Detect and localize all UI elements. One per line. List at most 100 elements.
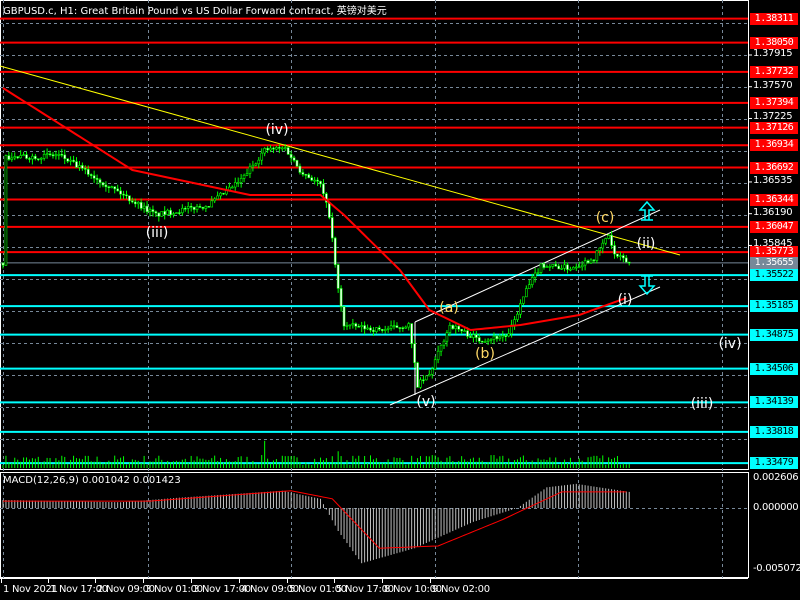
candle-body bbox=[604, 238, 608, 244]
candle-body bbox=[560, 268, 563, 270]
candle bbox=[307, 172, 311, 179]
candle bbox=[604, 237, 608, 246]
candle-body bbox=[245, 173, 249, 176]
candle-body bbox=[472, 334, 475, 338]
candle-body bbox=[186, 205, 190, 209]
candle bbox=[160, 211, 164, 217]
macd-axis-label: 0.002606 bbox=[753, 472, 799, 483]
candle bbox=[260, 148, 264, 165]
candle-body bbox=[619, 255, 622, 257]
candle-body bbox=[289, 153, 293, 159]
candle bbox=[439, 344, 443, 357]
candle bbox=[122, 190, 125, 200]
candle bbox=[457, 325, 461, 332]
candle-body bbox=[213, 198, 216, 202]
candle bbox=[445, 330, 449, 347]
candle bbox=[157, 212, 161, 222]
candle bbox=[425, 375, 428, 381]
candle-body bbox=[422, 379, 425, 382]
candle-body bbox=[134, 201, 137, 205]
candle-body bbox=[489, 339, 493, 341]
candle bbox=[451, 324, 455, 330]
candle-body bbox=[442, 340, 446, 346]
candle bbox=[192, 206, 196, 214]
candle bbox=[245, 168, 249, 177]
candle bbox=[98, 177, 102, 188]
candle-body bbox=[389, 325, 393, 329]
candle-body bbox=[175, 212, 178, 214]
candle-body bbox=[519, 303, 522, 315]
candle-body bbox=[363, 325, 366, 330]
support-price-label: 1.35522 bbox=[750, 269, 798, 282]
candle-body bbox=[280, 147, 284, 150]
candle-body bbox=[360, 325, 363, 328]
candle bbox=[395, 322, 399, 328]
candle bbox=[207, 206, 211, 208]
candle-body bbox=[39, 157, 43, 160]
candle bbox=[533, 267, 537, 283]
candle bbox=[198, 203, 202, 208]
candle-body bbox=[131, 200, 134, 203]
candle-body bbox=[86, 169, 90, 175]
candle bbox=[354, 322, 358, 330]
wave-label: (i) bbox=[617, 292, 633, 308]
candle-body bbox=[231, 186, 234, 189]
candle-body bbox=[157, 212, 161, 217]
candle-body bbox=[457, 325, 461, 330]
candle-body bbox=[307, 174, 311, 178]
candle-body bbox=[310, 177, 314, 181]
candle-body bbox=[263, 148, 266, 154]
candle bbox=[186, 202, 190, 214]
candle-body bbox=[136, 202, 140, 205]
candle-body bbox=[330, 217, 334, 239]
candle-body bbox=[339, 288, 343, 307]
candle bbox=[554, 260, 558, 267]
candle bbox=[586, 259, 590, 264]
candle bbox=[322, 179, 325, 197]
candle bbox=[142, 202, 146, 213]
candle bbox=[275, 145, 278, 151]
candle bbox=[54, 150, 58, 160]
candle bbox=[574, 263, 578, 271]
candle-body bbox=[298, 165, 302, 173]
candle bbox=[427, 370, 431, 377]
candle bbox=[172, 211, 175, 218]
candle-body bbox=[251, 164, 255, 168]
candle-body bbox=[348, 324, 352, 327]
wave-label: (iv) bbox=[265, 122, 289, 138]
candle bbox=[545, 264, 549, 268]
candle bbox=[101, 181, 105, 188]
candle-body bbox=[233, 182, 237, 188]
candle-body bbox=[216, 195, 219, 200]
candle bbox=[572, 266, 575, 270]
resistance-price-label: 1.36344 bbox=[750, 193, 798, 206]
resistance-price-label: 1.36047 bbox=[750, 220, 798, 233]
candle bbox=[286, 146, 290, 155]
macd-panel-frame bbox=[0, 472, 749, 578]
candle-body bbox=[283, 147, 287, 149]
candle bbox=[69, 156, 72, 166]
candle bbox=[10, 152, 14, 162]
candle-body bbox=[89, 174, 93, 176]
candle-body bbox=[219, 192, 222, 197]
wave-label: (iii) bbox=[690, 396, 714, 412]
support-price-label: 1.34875 bbox=[750, 328, 798, 341]
candle-body bbox=[183, 207, 187, 210]
candle bbox=[392, 320, 396, 330]
candle-body bbox=[460, 328, 463, 332]
candle bbox=[51, 151, 55, 159]
price-chart[interactable] bbox=[0, 0, 800, 600]
candle bbox=[419, 377, 422, 389]
candle-body bbox=[407, 323, 411, 328]
candle-body bbox=[378, 327, 381, 330]
candle-body bbox=[530, 277, 534, 285]
candle bbox=[616, 253, 619, 259]
candle-body bbox=[522, 296, 525, 304]
candle bbox=[219, 192, 222, 200]
resistance-price-label: 1.36934 bbox=[750, 139, 798, 152]
candle-body bbox=[275, 147, 278, 150]
time-axis-label: 9 Nov 02:00 bbox=[432, 584, 490, 595]
candle-body bbox=[383, 329, 387, 331]
candle bbox=[110, 185, 114, 189]
candle-body bbox=[607, 234, 610, 239]
